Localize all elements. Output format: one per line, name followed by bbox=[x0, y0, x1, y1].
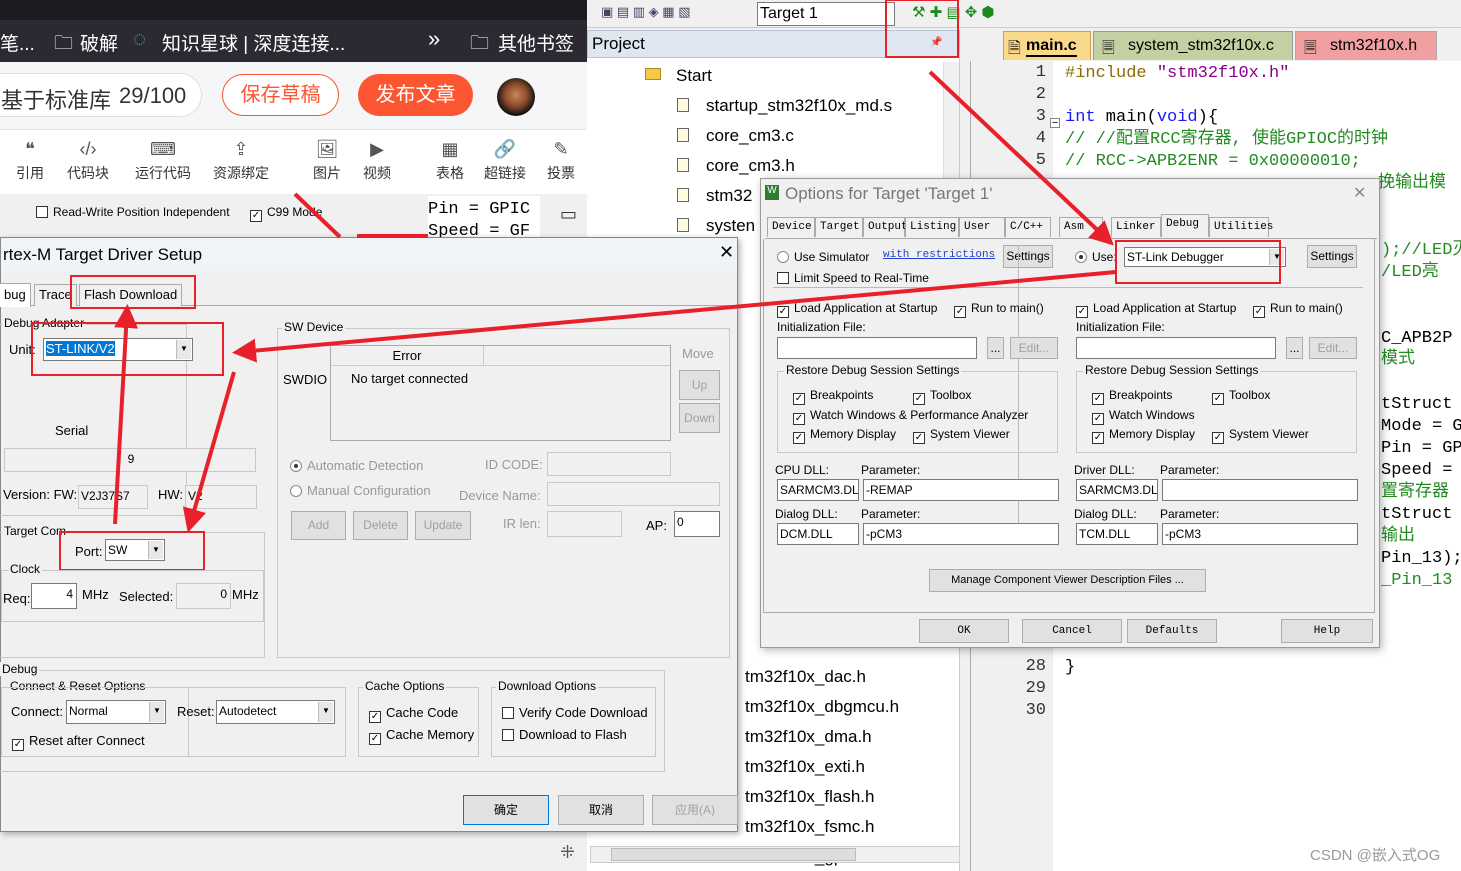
arrow bbox=[232, 270, 1117, 363]
arrow bbox=[113, 304, 139, 525]
arrow bbox=[293, 192, 342, 239]
arrow bbox=[182, 371, 236, 533]
arrow bbox=[928, 70, 1114, 246]
annotation-arrows bbox=[113, 0, 1117, 533]
highlight-box bbox=[885, 0, 959, 58]
